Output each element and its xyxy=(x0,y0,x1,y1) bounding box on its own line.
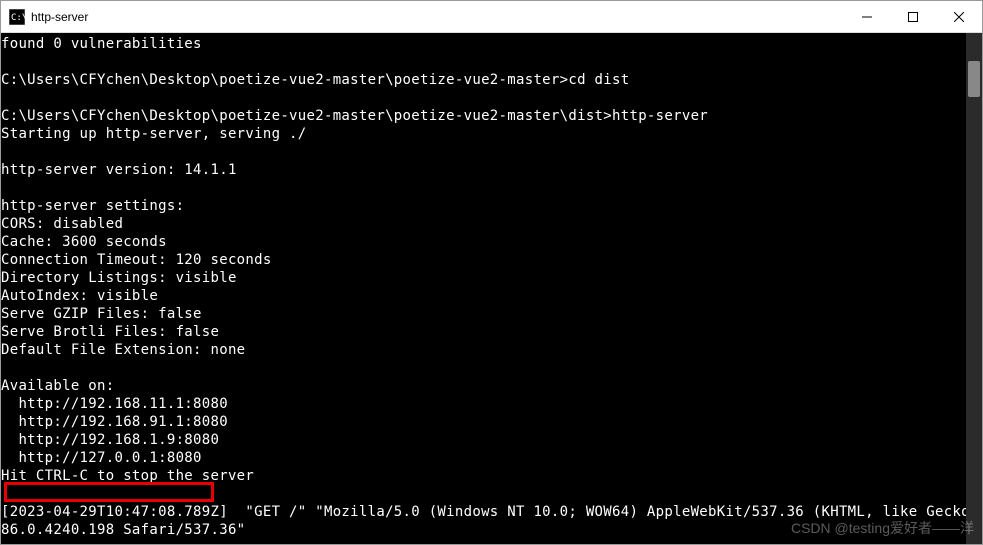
terminal-window: C:\ http-server found 0 vulnerabilities … xyxy=(0,0,983,545)
cmd-icon: C:\ xyxy=(9,9,25,25)
close-button[interactable] xyxy=(936,1,982,32)
scrollbar-thumb[interactable] xyxy=(968,61,980,97)
terminal-area[interactable]: found 0 vulnerabilities C:\Users\CFYchen… xyxy=(1,33,982,544)
window-title: http-server xyxy=(31,10,844,24)
scrollbar[interactable] xyxy=(966,33,982,544)
maximize-button[interactable] xyxy=(890,1,936,32)
minimize-button[interactable] xyxy=(844,1,890,32)
titlebar[interactable]: C:\ http-server xyxy=(1,1,982,33)
terminal-output: found 0 vulnerabilities C:\Users\CFYchen… xyxy=(1,33,982,539)
svg-text:C:\: C:\ xyxy=(11,13,25,23)
window-controls xyxy=(844,1,982,32)
